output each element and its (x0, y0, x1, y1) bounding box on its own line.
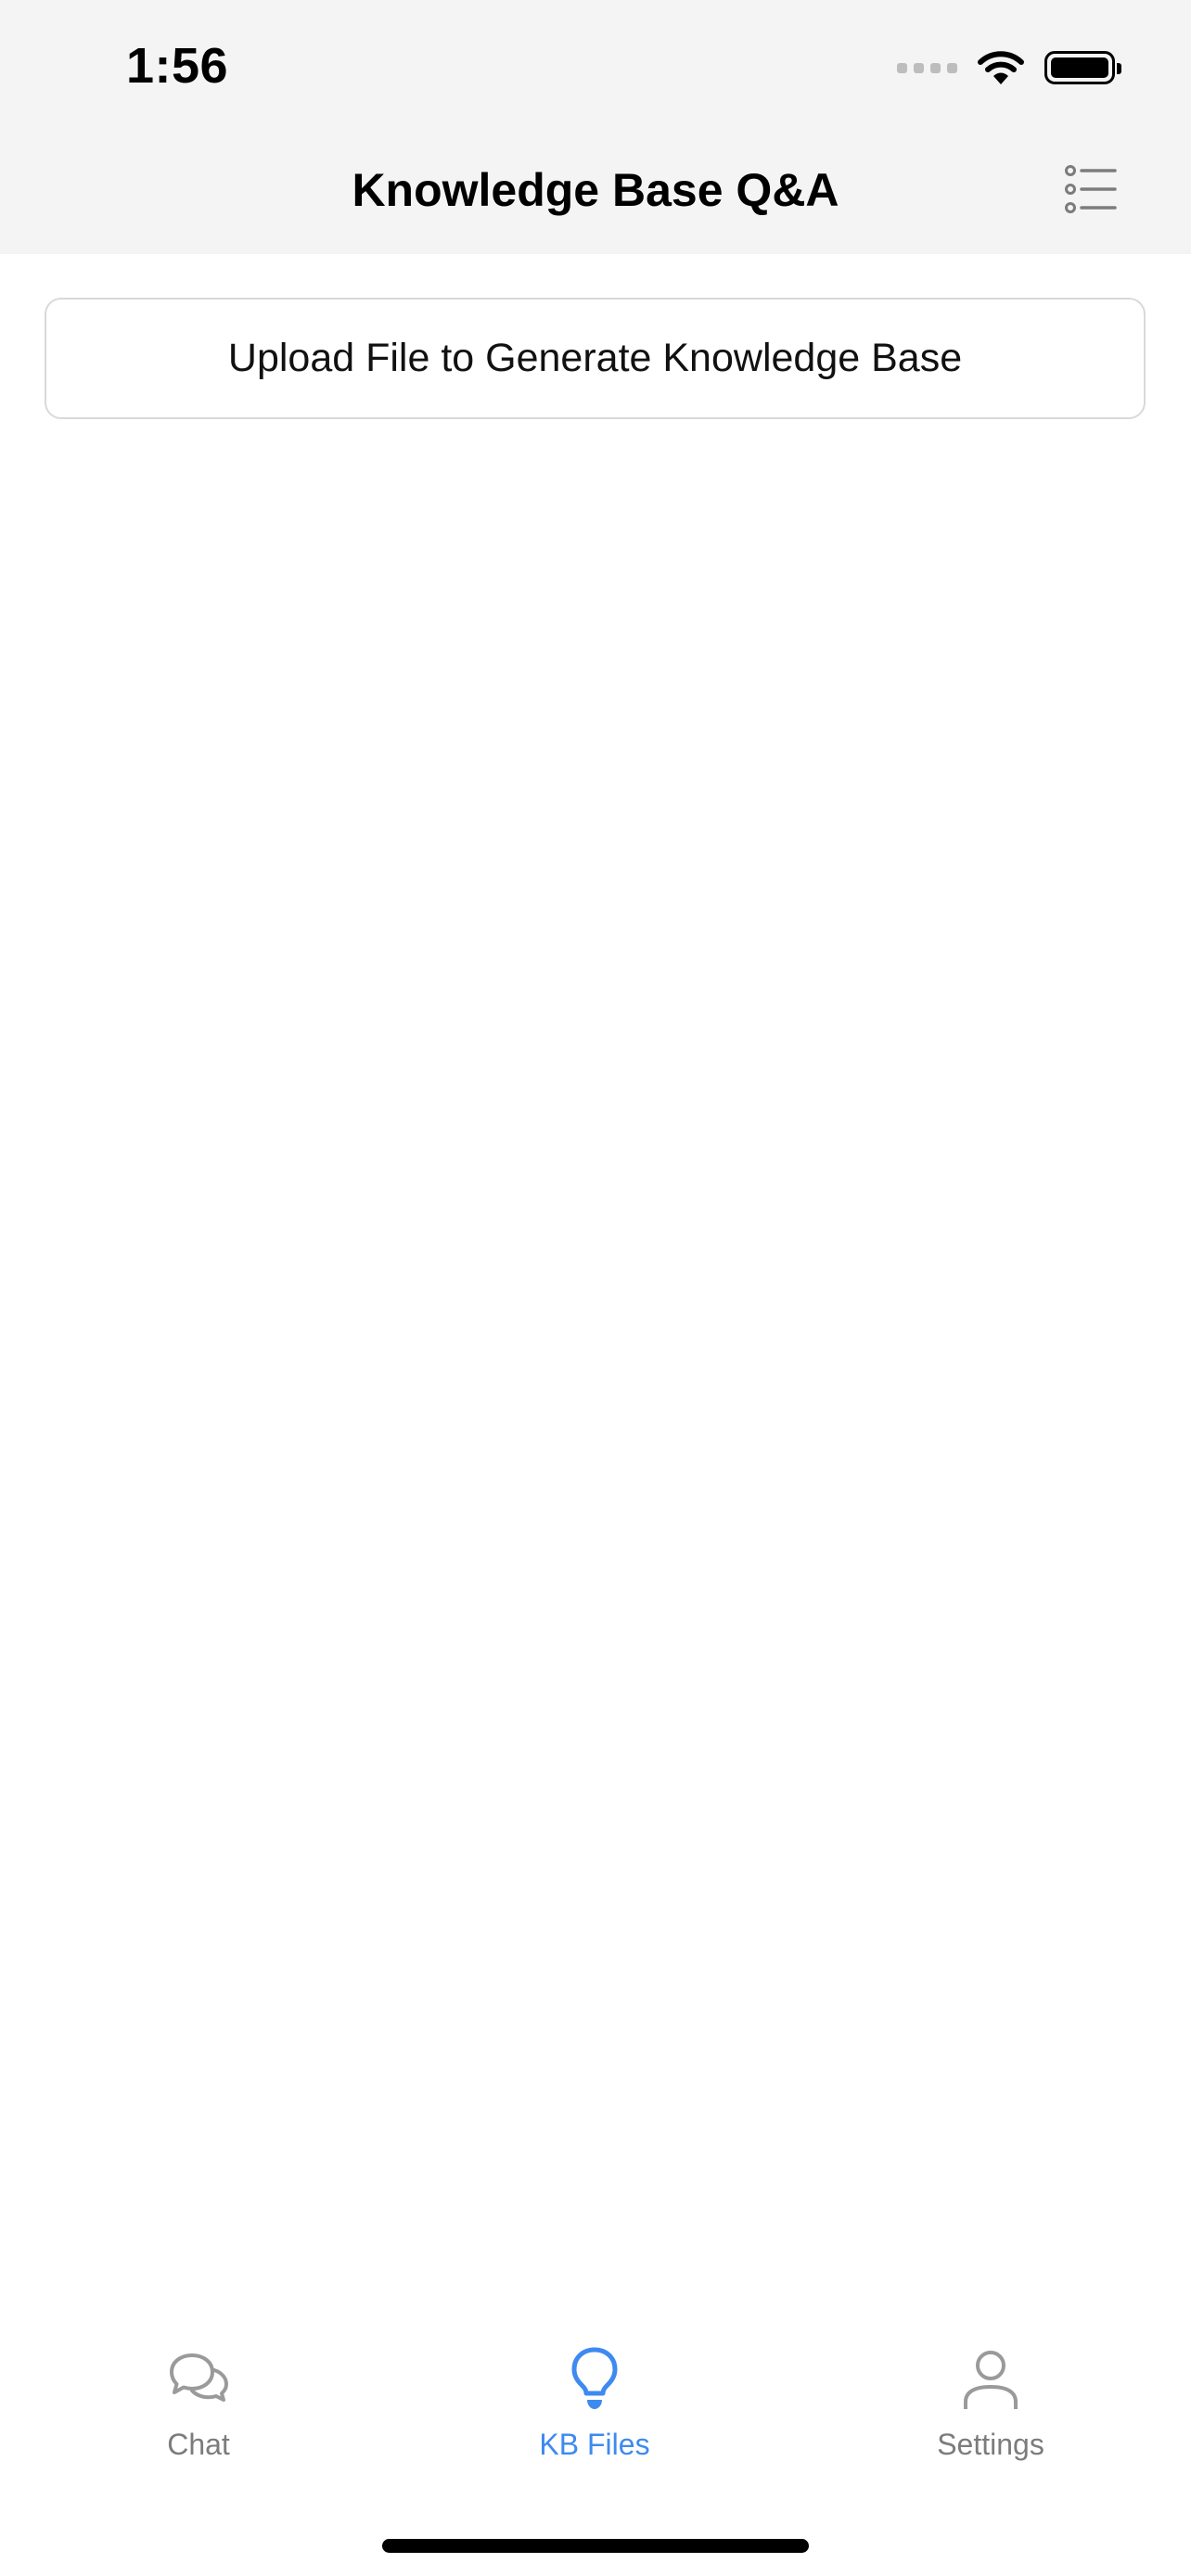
cellular-signal-icon (897, 62, 957, 73)
upload-file-button[interactable]: Upload File to Generate Knowledge Base (45, 298, 1146, 419)
tab-kb-files[interactable]: KB Files (474, 2344, 715, 2483)
tab-label: KB Files (539, 2428, 650, 2461)
tab-bar: Chat KB Files Settings (0, 2344, 1191, 2502)
battery-icon (1044, 51, 1121, 84)
chat-bubbles-icon (170, 2353, 228, 2402)
tab-label: Settings (937, 2428, 1044, 2461)
tab-chat[interactable]: Chat (78, 2344, 319, 2483)
lightbulb-icon (571, 2347, 618, 2409)
menu-button[interactable] (1065, 163, 1117, 215)
list-icon (1065, 165, 1117, 213)
tab-settings[interactable]: Settings (870, 2344, 1111, 2483)
tab-label: Chat (167, 2428, 230, 2461)
wifi-icon (978, 51, 1024, 84)
person-icon (964, 2351, 1018, 2409)
top-bar: 1:56 Knowledge Base Q&A (0, 0, 1191, 254)
status-icons (897, 45, 1121, 91)
home-indicator[interactable] (382, 2539, 809, 2553)
page-title: Knowledge Base Q&A (352, 164, 839, 216)
status-time: 1:56 (126, 38, 229, 94)
